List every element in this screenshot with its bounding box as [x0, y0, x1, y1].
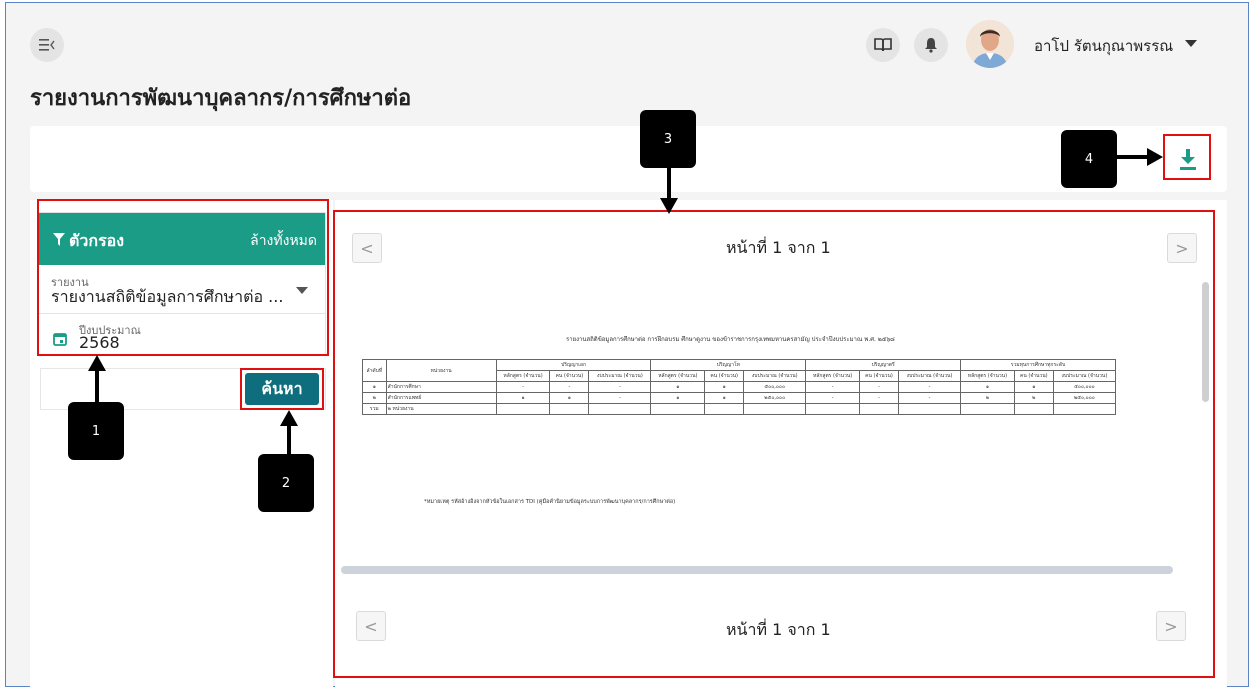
badge-1: 1: [68, 402, 124, 460]
arrow-3: [667, 168, 671, 200]
arrow-4: [1117, 155, 1149, 159]
collapse-menu-button[interactable]: [30, 28, 64, 62]
book-icon: [874, 38, 892, 52]
highlight-box-2: [240, 368, 324, 410]
user-name[interactable]: อาโป รัตนกุณาพรรณ: [1034, 34, 1173, 58]
arrow-1: [95, 370, 99, 402]
badge-3: 3: [640, 110, 696, 168]
arrow-2-head: [280, 410, 298, 426]
page-title: รายงานการพัฒนาบุคลากร/การศึกษาต่อ: [30, 86, 412, 111]
arrow-2: [287, 425, 291, 455]
highlight-box-3: [333, 210, 1215, 678]
arrow-1-head: [88, 355, 106, 371]
collapse-menu-icon: [39, 39, 55, 51]
highlight-box-1: [37, 199, 329, 356]
arrow-3-head: [660, 198, 678, 214]
manual-button[interactable]: [866, 28, 900, 62]
avatar[interactable]: [966, 20, 1014, 68]
notification-button[interactable]: [914, 28, 948, 62]
user-menu-chevron-down-icon[interactable]: [1185, 40, 1197, 47]
badge-2: 2: [258, 454, 314, 512]
highlight-box-4: [1163, 134, 1211, 180]
bell-icon: [925, 38, 937, 53]
user-avatar-icon: [966, 20, 1014, 68]
badge-4: 4: [1061, 130, 1117, 188]
toolbar-card: [30, 126, 1227, 192]
arrow-4-head: [1147, 148, 1163, 166]
